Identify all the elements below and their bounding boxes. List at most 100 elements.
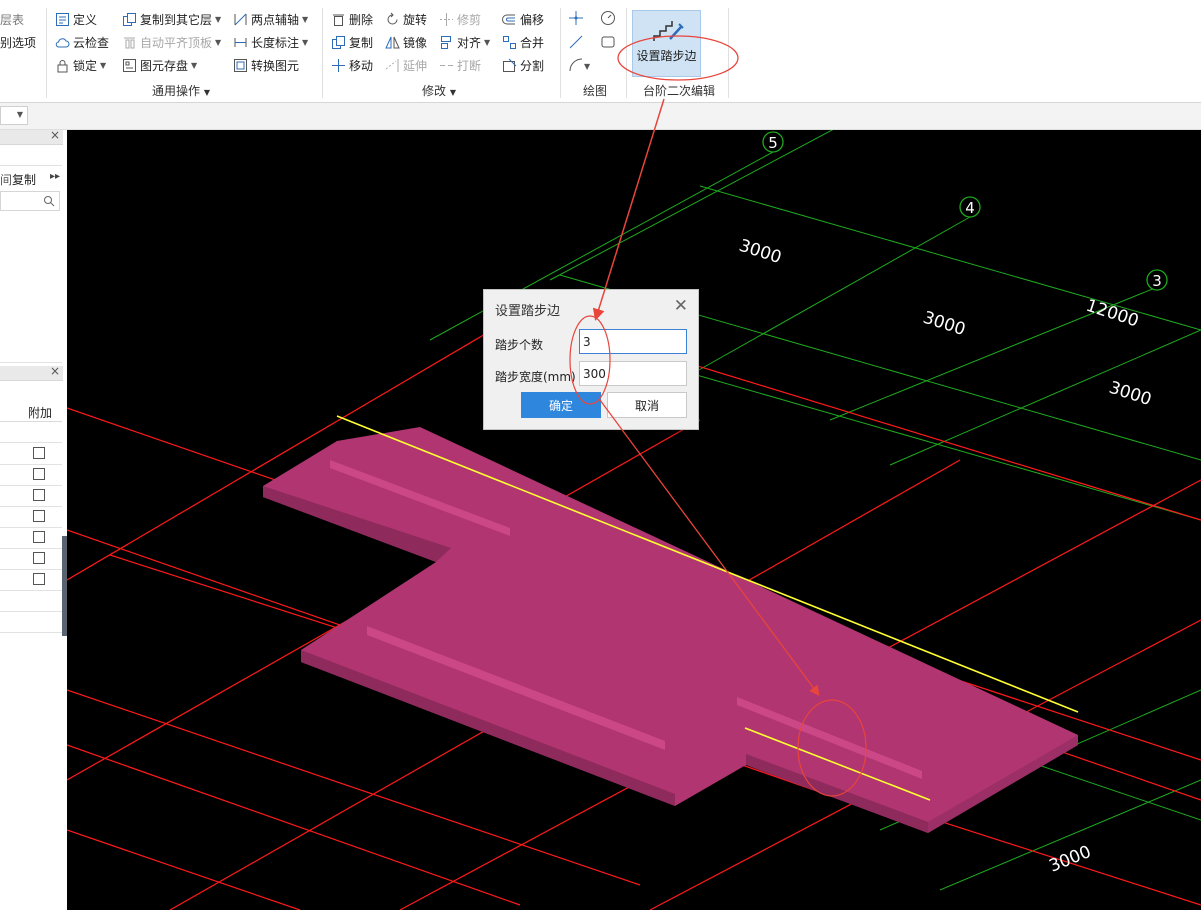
step-slab[interactable]: [263, 415, 1079, 833]
delete-button[interactable]: 删除: [331, 9, 373, 29]
chevron-down-icon: ▼: [16, 110, 23, 119]
model-canvas[interactable]: 5 4 3 3000 3000 12000 3000 3000: [67, 130, 1201, 910]
copy-label: 复制: [349, 35, 374, 50]
panel-header: ×: [0, 364, 63, 381]
convert-element-label: 转换图元: [251, 58, 300, 73]
dimension-label: 12000: [1083, 296, 1141, 332]
offset-label: 偏移: [520, 12, 545, 27]
divider: [0, 611, 62, 612]
divider: [0, 527, 62, 528]
group-label-modify: 修改 ▼: [422, 84, 456, 98]
measure-icon[interactable]: [600, 10, 616, 26]
mirror-button[interactable]: 镜像: [385, 32, 427, 52]
arc-icon[interactable]: ▼: [568, 57, 590, 73]
align-button[interactable]: 对齐 ▼: [439, 32, 490, 52]
group-label-general: 通用操作 ▼: [152, 84, 210, 98]
group-separator: [626, 8, 627, 98]
copy-tab-label: 复制: [12, 173, 37, 187]
offset-icon: [502, 14, 515, 24]
ok-button[interactable]: 确定: [521, 392, 601, 418]
group-separator: [322, 8, 323, 98]
3d-viewport[interactable]: 5 4 3 3000 3000 12000 3000 3000: [67, 130, 1201, 910]
define-label: 定义: [73, 12, 98, 27]
two-point-aux-icon: [234, 13, 247, 25]
chevron-down-icon: ▼: [100, 60, 107, 70]
copy-to-floor-button[interactable]: 复制到其它层 ▼: [122, 9, 221, 29]
length-dim-button[interactable]: 长度标注 ▼: [233, 32, 308, 52]
partial-item-1[interactable]: 层表: [0, 9, 24, 29]
trim-button[interactable]: 修剪: [439, 9, 481, 29]
copy-button[interactable]: 复制: [331, 32, 373, 52]
trim-label: 修剪: [457, 12, 482, 27]
close-icon[interactable]: ×: [50, 128, 60, 142]
panel-header: ×: [0, 128, 63, 145]
attach-checkbox[interactable]: [33, 531, 45, 543]
chevron-down-icon: ▼: [302, 14, 309, 24]
copy-icon: [332, 35, 345, 49]
merge-button[interactable]: 合并: [502, 32, 544, 52]
dimension-label: 3000: [736, 236, 783, 268]
point-icon[interactable]: [568, 10, 584, 26]
divider: [0, 464, 62, 465]
auto-flush-button[interactable]: 自动平齐顶板 ▼: [122, 32, 221, 52]
divider: [0, 506, 62, 507]
divider: [0, 590, 62, 591]
convert-element-button[interactable]: 转换图元: [233, 55, 299, 75]
lock-icon: [57, 59, 68, 72]
mirror-label: 镜像: [403, 35, 428, 50]
attach-checkbox[interactable]: [33, 573, 45, 585]
move-button[interactable]: 移动: [331, 55, 373, 75]
copy-tab[interactable]: 间复制: [0, 171, 36, 188]
axis-label-3: 3: [1152, 272, 1162, 290]
two-point-aux-label: 两点辅轴: [251, 12, 300, 27]
group-label-step-edit: 台阶二次编辑: [643, 84, 716, 98]
auto-flush-icon: [124, 37, 135, 48]
align-icon: [441, 35, 451, 49]
cloud-check-button[interactable]: 云检查: [55, 32, 109, 52]
define-button[interactable]: 定义: [55, 9, 97, 29]
rect-icon[interactable]: [600, 34, 616, 50]
rotate-button[interactable]: 旋转: [385, 9, 427, 29]
chevron-down-icon: ▼: [215, 37, 222, 47]
attach-checkbox[interactable]: [33, 447, 45, 459]
dimension-label: 3000: [1106, 378, 1153, 410]
attach-checkbox[interactable]: [33, 552, 45, 564]
save-element-button[interactable]: 图元存盘 ▼: [122, 55, 197, 75]
set-step-edge-dialog: 设置踏步边 ✕ 踏步个数 踏步宽度(mm) 确定 取消: [483, 289, 699, 430]
step-count-input[interactable]: [579, 329, 687, 354]
delete-icon: [333, 14, 344, 26]
trim-icon: [440, 12, 453, 26]
close-icon[interactable]: ×: [50, 364, 60, 378]
search-input[interactable]: [0, 191, 60, 211]
line-icon[interactable]: [568, 34, 584, 50]
step-width-input[interactable]: [579, 361, 687, 386]
floor-select[interactable]: ▼: [0, 106, 28, 125]
close-icon[interactable]: ✕: [674, 296, 688, 316]
divider: [0, 548, 62, 549]
convert-icon: [234, 58, 247, 72]
save-element-label: 图元存盘: [140, 58, 189, 73]
axis-label-5: 5: [768, 134, 778, 152]
cloud-check-label: 云检查: [73, 35, 110, 50]
attach-checkbox[interactable]: [33, 489, 45, 501]
divider: [0, 165, 62, 166]
split-button[interactable]: 分割: [502, 55, 544, 75]
extend-button[interactable]: 延伸: [385, 55, 427, 75]
attach-checkbox[interactable]: [33, 468, 45, 480]
offset-button[interactable]: 偏移: [502, 9, 544, 29]
move-icon: [332, 58, 345, 72]
break-button[interactable]: 打断: [439, 55, 481, 75]
property-toolbar: ▼: [0, 103, 1201, 130]
copy-floor-icon: [123, 12, 136, 26]
expand-arrow-icon[interactable]: ▸▸: [50, 171, 60, 182]
stair-edit-icon: [653, 21, 684, 41]
lock-button[interactable]: 锁定 ▼: [55, 55, 106, 75]
set-step-edge-button[interactable]: 设置踏步边: [632, 10, 701, 77]
cancel-button[interactable]: 取消: [607, 392, 687, 418]
partial-item-2-label: 别选项: [0, 35, 37, 50]
two-point-aux-button[interactable]: 两点辅轴 ▼: [233, 9, 308, 29]
move-label: 移动: [349, 58, 374, 73]
attach-checkbox[interactable]: [33, 510, 45, 522]
partial-item-2[interactable]: 别选项: [0, 32, 36, 52]
align-label: 对齐: [457, 35, 482, 50]
